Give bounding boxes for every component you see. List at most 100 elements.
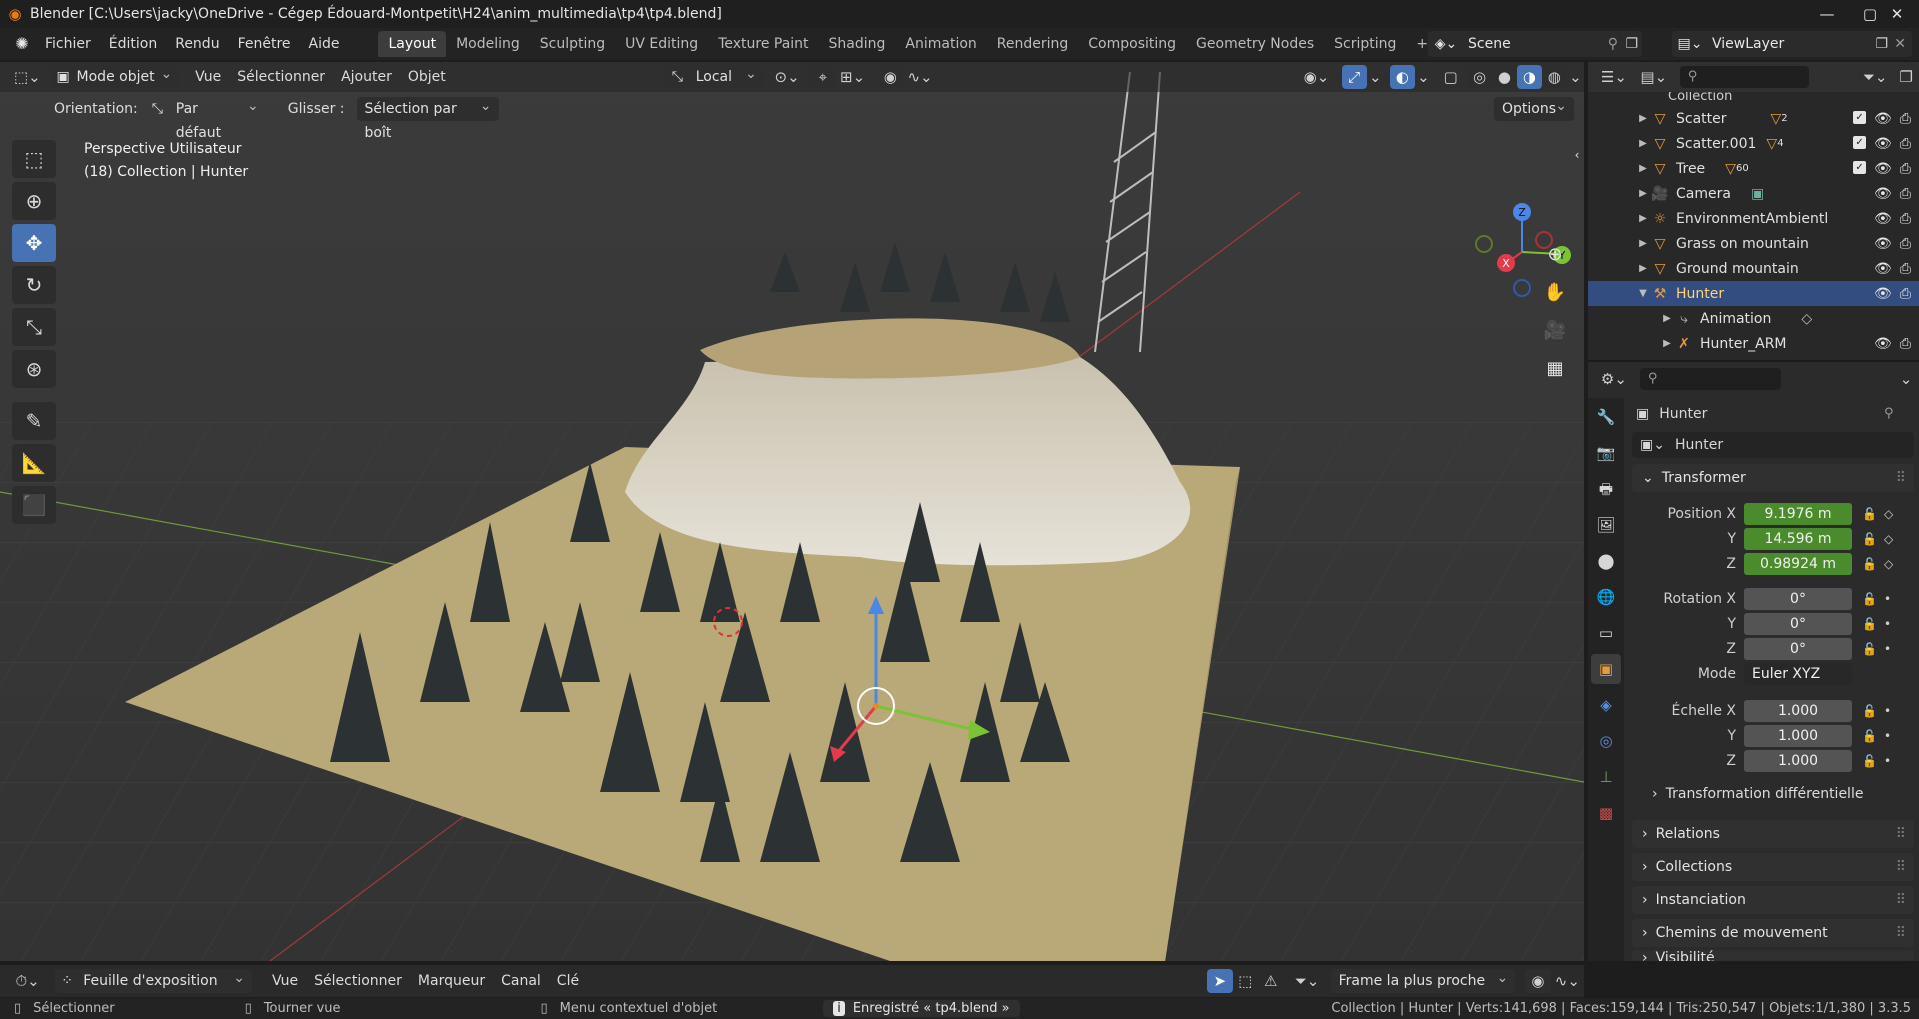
tab-geometry-nodes[interactable]: Geometry Nodes [1186,31,1324,57]
motion-paths-panel-header[interactable]: › Chemins de mouvement ⠿ [1632,919,1914,947]
shading-dropdown-icon[interactable]: ⌄ [1567,65,1584,89]
lock-icon[interactable]: 🔓 [1862,754,1877,768]
measure-tool[interactable]: 📐 [12,444,56,482]
collapse-arrow-icon[interactable]: ▼ [1636,288,1650,299]
render-camera-icon[interactable]: ⎙ [1900,111,1911,127]
snap-mode-dropdown[interactable]: Frame la plus proche [1330,966,1516,993]
timeline-proportional-icon[interactable]: ◉ [1525,969,1551,993]
render-camera-icon[interactable]: ⎙ [1900,336,1911,352]
keyframe-icon[interactable]: ◇ [1884,532,1893,546]
outliner-editor-icon[interactable]: ☰⌄ [1596,65,1632,89]
keyframe-icon[interactable]: ◇ [1884,557,1893,571]
expand-arrow-icon[interactable]: ▶ [1636,138,1650,149]
pin-properties-icon[interactable]: ⚲ [1884,406,1894,421]
gizmo-z-label[interactable]: Z [1518,206,1526,219]
render-tab-icon[interactable]: 📷 [1591,438,1621,468]
display-mode-icon[interactable]: ▤⌄ [1636,65,1672,89]
rotation-x-field[interactable]: 0° [1744,588,1852,610]
visibility-panel-header[interactable]: › Visibilité [1632,950,1914,961]
proportional-edit-icon[interactable]: ◉ [877,65,903,89]
object-tab-icon[interactable]: ▣ [1591,654,1621,684]
eye-icon[interactable]: 👁 [1874,111,1892,127]
camera-view-icon[interactable]: 🎥 [1540,316,1570,346]
lock-icon[interactable]: 🔓 [1862,729,1877,743]
new-scene-icon[interactable]: ❐ [1625,36,1638,52]
tab-scripting[interactable]: Scripting [1324,31,1406,57]
outliner-row-environment[interactable]: ▶ ☼ EnvironmentAmbientl 👁 ⎙ [1588,206,1919,231]
eye-icon[interactable]: 👁 [1874,261,1892,277]
overlay-toggle-icon[interactable]: ◐ [1389,65,1415,89]
timeline-falloff-icon[interactable]: ∿⌄ [1551,969,1584,993]
output-tab-icon[interactable]: 🖶 [1591,474,1621,504]
new-viewlayer-icon[interactable]: ❐ [1875,36,1888,52]
view-layer-tab-icon[interactable]: 🖼 [1591,510,1621,540]
properties-editor-icon[interactable]: ⚙⌄ [1596,367,1632,391]
gizmo-x-label[interactable]: X [1502,257,1510,270]
location-x-field[interactable]: 9.1976 m [1744,503,1852,525]
outliner-row-hunter[interactable]: ▼ ⚒ Hunter 👁 ⎙ [1588,281,1919,306]
tab-sculpting[interactable]: Sculpting [530,31,615,57]
tab-rendering[interactable]: Rendering [987,31,1079,57]
scale-y-field[interactable]: 1.000 [1744,725,1852,747]
transform-panel-header[interactable]: ⌄ Transformer ⠿ [1632,464,1914,492]
render-camera-icon[interactable]: ⎙ [1900,136,1911,152]
drag-handle-icon[interactable]: ⠿ [1896,859,1906,875]
tab-texture-paint[interactable]: Texture Paint [708,31,818,57]
pivot-point-icon[interactable]: ⊙⌄ [770,65,805,89]
tool-tab-icon[interactable]: 🔧 [1591,402,1621,432]
select-box-tool[interactable]: ⬚ [12,140,56,178]
sidebar-collapse-icon[interactable]: ‹ [1570,140,1584,170]
keyframe-dot-icon[interactable]: • [1884,592,1891,606]
tab-animation[interactable]: Animation [895,31,986,57]
outliner-row-scatter[interactable]: ▶ ▽ Scatter ▽ 2 ✓ 👁 ⎙ [1588,106,1919,131]
timeline-menu-key[interactable]: Clé [549,969,587,993]
scene-selector[interactable]: ◈⌄ Scene ⚲ ❐ [1428,31,1642,57]
render-camera-icon[interactable]: ⎙ [1900,211,1911,227]
close-button[interactable]: ✕ [1874,0,1919,28]
transform-tool[interactable]: ⊛ [12,350,56,388]
pin-icon[interactable]: ⚲ [1608,36,1618,52]
tab-modeling[interactable]: Modeling [446,31,530,57]
object-datablock-field[interactable]: ▣⌄ Hunter [1632,432,1914,458]
move-tool[interactable]: ✥ [12,224,56,262]
eye-icon[interactable]: 👁 [1874,211,1892,227]
scale-z-field[interactable]: 1.000 [1744,750,1852,772]
drag-handle-icon[interactable]: ⠿ [1896,470,1906,486]
eye-icon[interactable]: 👁 [1874,186,1892,202]
eye-icon[interactable]: 👁 [1874,236,1892,252]
delta-transform-subpanel[interactable]: › Transformation différentielle [1652,786,1863,802]
viewlayer-selector[interactable]: ▤⌄ ViewLayer ❐ ✕ [1672,31,1912,57]
snap-target-icon[interactable]: ⊞⌄ [835,65,870,89]
lock-icon[interactable]: 🔓 [1862,532,1877,546]
annotate-tool[interactable]: ✎ [12,402,56,440]
eye-icon[interactable]: 👁 [1874,336,1892,352]
only-selected-icon[interactable]: ➤ [1207,969,1233,993]
scale-tool[interactable]: ⤡ [12,308,56,346]
tab-shading[interactable]: Shading [819,31,896,57]
expand-arrow-icon[interactable]: ▶ [1636,263,1650,274]
remove-viewlayer-icon[interactable]: ✕ [1894,36,1906,52]
menu-object[interactable]: Objet [400,65,454,89]
menu-select[interactable]: Sélectionner [229,65,333,89]
expand-arrow-icon[interactable]: ▶ [1660,338,1674,349]
gizmo-toggle-icon[interactable]: ⤢ [1341,65,1367,89]
orientation-dropdown[interactable]: ⤡ Par défaut [146,94,266,141]
timeline-menu-view[interactable]: Vue [264,969,306,993]
new-collection-icon[interactable]: ❐ [1893,65,1919,89]
dope-sheet-mode-dropdown[interactable]: ⁘ Feuille d'exposition [55,966,253,993]
menu-window[interactable]: Fenêtre [229,31,300,57]
render-camera-icon[interactable]: ⎙ [1900,161,1911,177]
world-tab-icon[interactable]: 🌐 [1591,582,1621,612]
constraint-tab-icon[interactable]: ⊥ [1591,762,1621,792]
blender-menu-icon[interactable]: ✺ [8,30,36,58]
viewport-scene[interactable] [0,62,1584,961]
collections-panel-header[interactable]: › Collections ⠿ [1632,853,1914,881]
snap-icon[interactable]: ⌖ [810,65,836,89]
wireframe-shading-icon[interactable]: ◎ [1467,65,1492,89]
modifier-tab-icon[interactable]: ◈ [1591,690,1621,720]
outliner-row-camera[interactable]: ▶ 🎥 Camera ▣ 👁 ⎙ [1588,181,1919,206]
rotation-y-field[interactable]: 0° [1744,613,1852,635]
save-report[interactable]: i Enregistré « tp4.blend » [823,1000,1020,1017]
options-dropdown[interactable]: Options [1494,94,1574,121]
keyframe-dot-icon[interactable]: • [1884,642,1891,656]
